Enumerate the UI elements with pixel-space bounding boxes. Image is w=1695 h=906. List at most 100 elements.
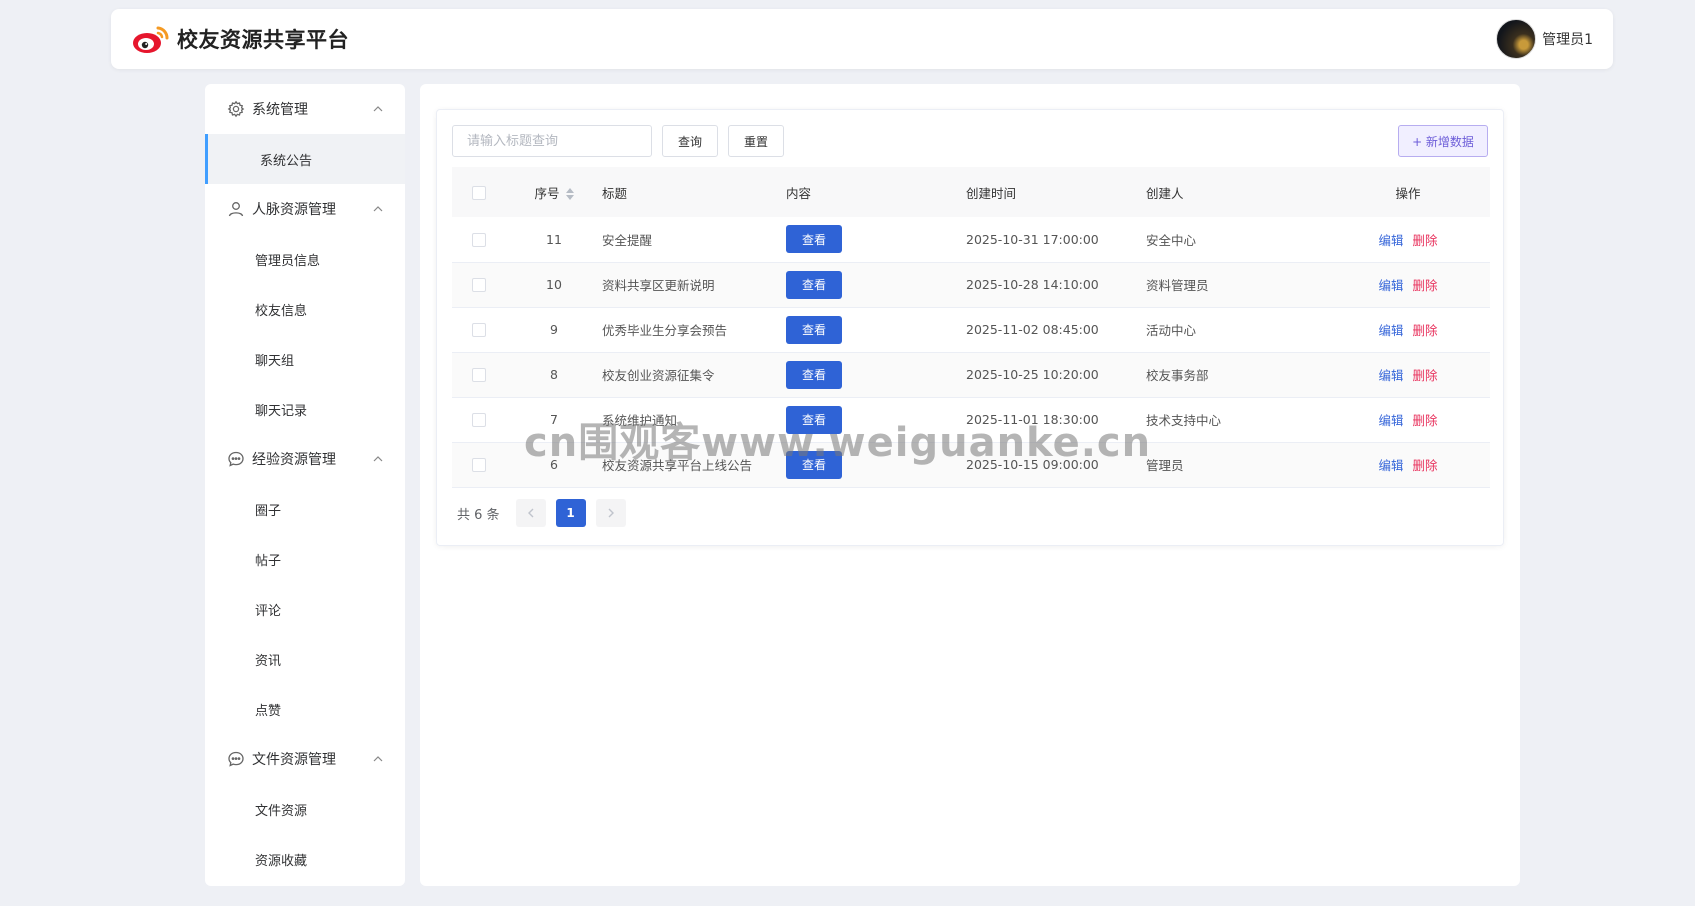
view-content-button[interactable]: 查看	[786, 450, 842, 479]
chevron-up-icon	[373, 454, 383, 464]
cell-creator: 技术支持中心	[1146, 413, 1222, 428]
table-row: 6 校友资源共享平台上线公告 查看 2025-10-15 09:00:00 管理…	[452, 442, 1490, 487]
chevron-right-icon	[608, 508, 614, 518]
view-content-button[interactable]: 查看	[786, 225, 842, 254]
sidebar-item-circles[interactable]: 圈子	[205, 484, 405, 534]
reset-button[interactable]: 重置	[728, 125, 784, 157]
view-content-button[interactable]: 查看	[786, 270, 842, 299]
cell-created-time: 2025-11-02 08:45:00	[966, 322, 1099, 337]
user-menu[interactable]: 管理员1	[1496, 19, 1593, 59]
query-button[interactable]: 查询	[662, 125, 718, 157]
menu-group-label: 文件资源管理	[252, 752, 336, 768]
sort-caret-icon[interactable]	[565, 188, 574, 200]
cell-creator: 资料管理员	[1146, 278, 1209, 293]
pagination: 共 6 条 1	[457, 499, 626, 527]
weibo-logo-icon	[133, 26, 169, 53]
edit-link[interactable]: 编辑	[1378, 278, 1403, 293]
next-page-button[interactable]	[595, 499, 626, 527]
edit-link[interactable]: 编辑	[1378, 323, 1403, 338]
cell-created-time: 2025-10-31 17:00:00	[966, 231, 1099, 247]
row-checkbox[interactable]	[472, 368, 486, 383]
sidebar-item-alumni-info[interactable]: 校友信息	[205, 284, 405, 334]
sidebar-item-chat-group[interactable]: 聊天组	[205, 334, 405, 384]
cell-index: 7	[550, 412, 558, 427]
chat-bubble-icon	[227, 450, 245, 468]
column-header-title: 标题	[602, 185, 628, 201]
view-content-button[interactable]: 查看	[786, 405, 842, 434]
sidebar-item-chat-records[interactable]: 聊天记录	[205, 384, 405, 434]
sidebar-item-file-resources[interactable]: 文件资源	[205, 784, 405, 834]
cell-created-time: 2025-10-15 09:00:00	[966, 457, 1099, 472]
avatar[interactable]	[1496, 19, 1537, 59]
sidebar: 系统管理 系统公告 人脉资源管理 管理员信息 校友信息 聊天组 聊天记录 经验资…	[205, 84, 405, 886]
main-panel: 查询 重置 + 新增数据 序号 标题 内容 创建时间 创建人 操作 11	[420, 84, 1520, 886]
view-content-button[interactable]: 查看	[786, 360, 842, 389]
row-checkbox[interactable]	[472, 233, 486, 247]
notice-table: 序号 标题 内容 创建时间 创建人 操作 11 安全提醒 查看 2025-10-…	[452, 167, 1490, 488]
brand[interactable]: 校友资源共享平台	[131, 22, 349, 56]
column-header-actions: 操作	[1395, 185, 1421, 201]
menu-group-system[interactable]: 系统管理	[205, 84, 405, 134]
delete-link[interactable]: 删除	[1413, 278, 1438, 293]
cell-index: 6	[550, 457, 558, 472]
table-row: 7 系统维护通知 查看 2025-11-01 18:30:00 技术支持中心 编…	[452, 397, 1490, 442]
row-checkbox[interactable]	[472, 413, 486, 428]
sidebar-item-resource-favorites[interactable]: 资源收藏	[205, 834, 405, 884]
user-icon	[227, 200, 245, 218]
cell-creator: 管理员	[1146, 458, 1184, 473]
cell-title: 校友创业资源征集令	[602, 368, 715, 383]
menu-group-experience[interactable]: 经验资源管理	[205, 434, 405, 484]
sidebar-item-posts[interactable]: 帖子	[205, 534, 405, 584]
user-name[interactable]: 管理员1	[1542, 29, 1593, 49]
prev-page-button[interactable]	[515, 499, 546, 527]
cell-index: 10	[546, 277, 562, 292]
delete-link[interactable]: 删除	[1413, 413, 1438, 428]
view-content-button[interactable]: 查看	[786, 315, 842, 344]
cell-created-time: 2025-10-25 10:20:00	[966, 367, 1099, 382]
total-count: 共 6 条	[457, 507, 500, 523]
cell-title: 系统维护通知	[602, 413, 678, 428]
title-search-input[interactable]	[452, 125, 652, 157]
chat-bubble-icon	[227, 750, 245, 768]
column-header-creator: 创建人	[1146, 185, 1184, 201]
cell-created-time: 2025-10-28 14:10:00	[966, 277, 1099, 292]
menu-group-network[interactable]: 人脉资源管理	[205, 184, 405, 234]
row-checkbox[interactable]	[472, 323, 486, 338]
delete-link[interactable]: 删除	[1413, 233, 1438, 248]
top-header: 校友资源共享平台 管理员1	[111, 9, 1613, 69]
column-header-index[interactable]: 序号	[506, 167, 602, 217]
chevron-left-icon	[527, 508, 534, 518]
chevron-up-icon	[373, 204, 383, 214]
cell-creator: 校友事务部	[1146, 368, 1209, 383]
edit-link[interactable]: 编辑	[1378, 233, 1403, 248]
edit-link[interactable]: 编辑	[1378, 368, 1403, 383]
cell-creator: 活动中心	[1146, 323, 1197, 338]
sidebar-item-comments[interactable]: 评论	[205, 584, 405, 634]
menu-group-files[interactable]: 文件资源管理	[205, 734, 405, 784]
chevron-up-icon	[373, 104, 383, 114]
cell-title: 资料共享区更新说明	[602, 278, 715, 293]
cell-index: 9	[550, 322, 558, 337]
sidebar-item-news[interactable]: 资讯	[205, 634, 405, 684]
row-checkbox[interactable]	[472, 278, 486, 293]
delete-link[interactable]: 删除	[1413, 458, 1438, 473]
delete-link[interactable]: 删除	[1413, 323, 1438, 338]
sidebar-item-system-notice[interactable]: 系统公告	[205, 134, 405, 184]
table-row: 8 校友创业资源征集令 查看 2025-10-25 10:20:00 校友事务部…	[452, 352, 1490, 397]
cell-index: 11	[546, 231, 562, 247]
toolbar: 查询 重置 + 新增数据	[452, 125, 1488, 157]
delete-link[interactable]: 删除	[1413, 368, 1438, 383]
edit-link[interactable]: 编辑	[1378, 458, 1403, 473]
sidebar-item-admin-info[interactable]: 管理员信息	[205, 234, 405, 284]
add-data-button[interactable]: + 新增数据	[1398, 125, 1488, 157]
table-row: 11 安全提醒 查看 2025-10-31 17:00:00 安全中心 编辑 删除	[452, 217, 1490, 262]
cell-index: 8	[550, 367, 558, 382]
select-all-checkbox[interactable]	[472, 185, 486, 200]
edit-link[interactable]: 编辑	[1378, 413, 1403, 428]
cell-created-time: 2025-11-01 18:30:00	[966, 412, 1099, 427]
row-checkbox[interactable]	[472, 458, 486, 473]
table-row: 9 优秀毕业生分享会预告 查看 2025-11-02 08:45:00 活动中心…	[452, 307, 1490, 352]
gear-icon	[227, 100, 245, 118]
page-number-button[interactable]: 1	[555, 499, 586, 527]
sidebar-item-likes[interactable]: 点赞	[205, 684, 405, 734]
